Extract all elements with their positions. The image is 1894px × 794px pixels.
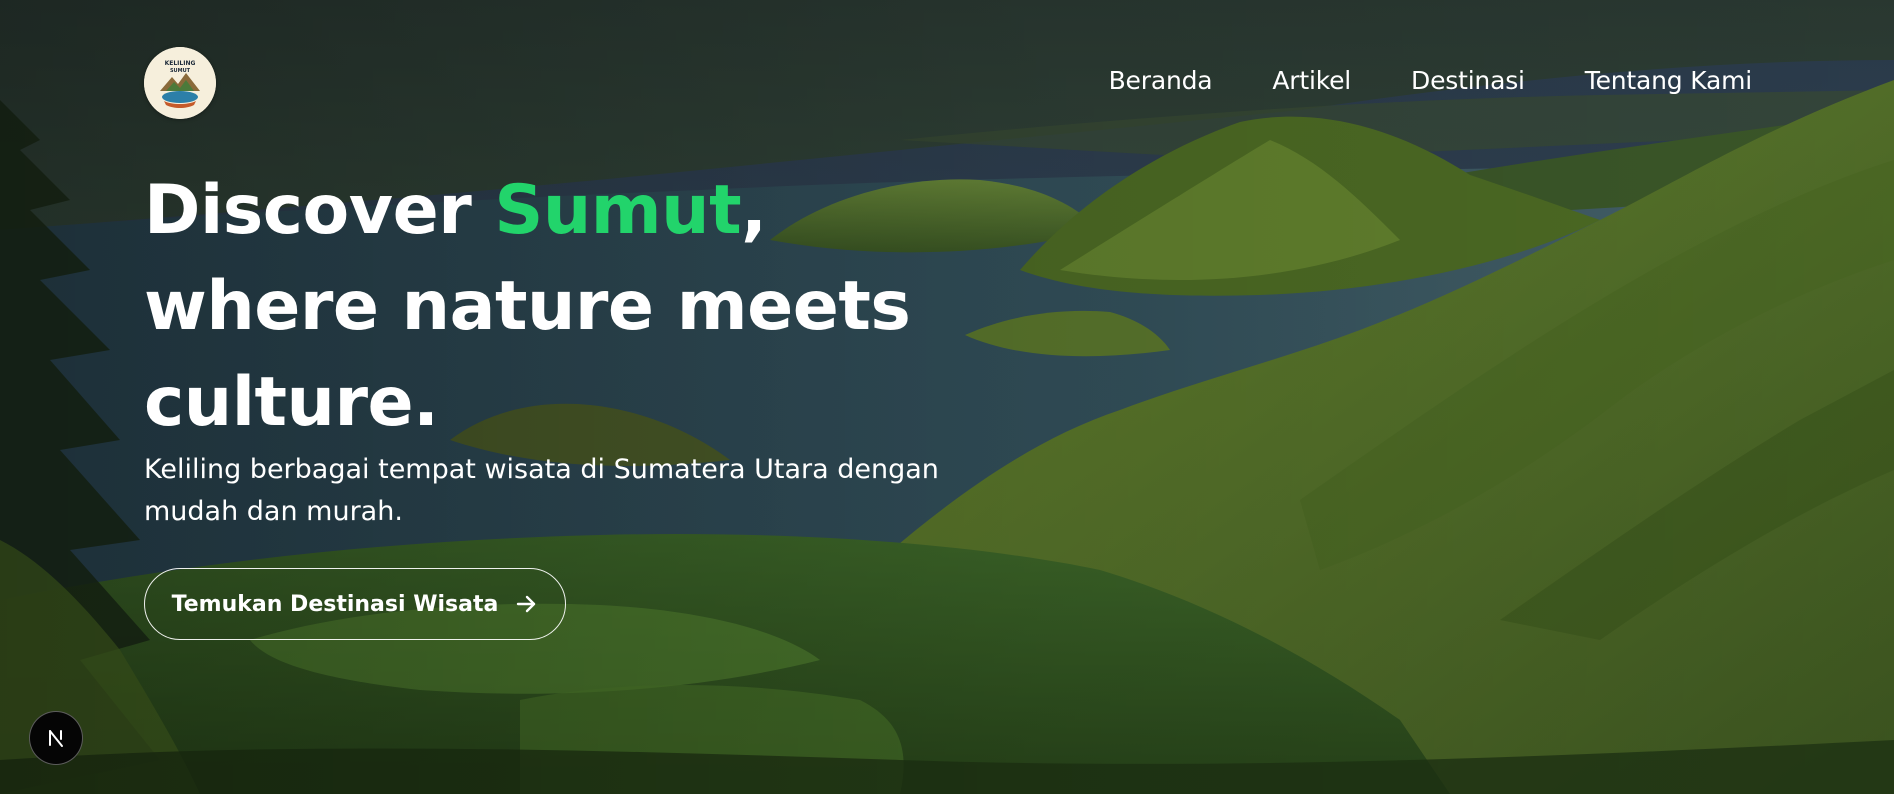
cta-label: Temukan Destinasi Wisata	[171, 591, 499, 617]
logo-text-top: KELILING	[165, 60, 196, 67]
headline-line3: culture.	[144, 363, 439, 442]
hero-headline: Discover Sumut, where nature meets culture…	[144, 163, 1044, 451]
find-destination-button[interactable]: Temukan Destinasi Wisata	[144, 568, 566, 640]
site-logo[interactable]: KELILING SUMUT	[144, 47, 216, 119]
nextjs-dev-indicator[interactable]	[29, 711, 83, 765]
keliling-sumut-logo-icon: KELILING SUMUT	[144, 47, 216, 119]
headline-line2: where nature meets	[144, 267, 911, 346]
headline-prefix: Discover	[144, 171, 495, 250]
logo-text-bottom: SUMUT	[170, 68, 191, 74]
hero-section: KELILING SUMUT Beranda Artikel Destinasi…	[0, 0, 1894, 794]
main-navigation: Beranda Artikel Destinasi Tentang Kami	[1109, 66, 1753, 95]
headline-comma: ,	[741, 171, 767, 250]
hero-subtitle: Keliling berbagai tempat wisata di Sumat…	[144, 454, 939, 527]
arrow-right-icon	[514, 592, 538, 616]
nav-item-beranda[interactable]: Beranda	[1109, 66, 1213, 95]
nav-item-destinasi[interactable]: Destinasi	[1411, 66, 1525, 95]
headline-accent: Sumut	[494, 171, 742, 250]
nextjs-n-icon	[49, 730, 63, 747]
nav-item-artikel[interactable]: Artikel	[1272, 66, 1351, 95]
nav-item-tentang-kami[interactable]: Tentang Kami	[1585, 66, 1752, 95]
